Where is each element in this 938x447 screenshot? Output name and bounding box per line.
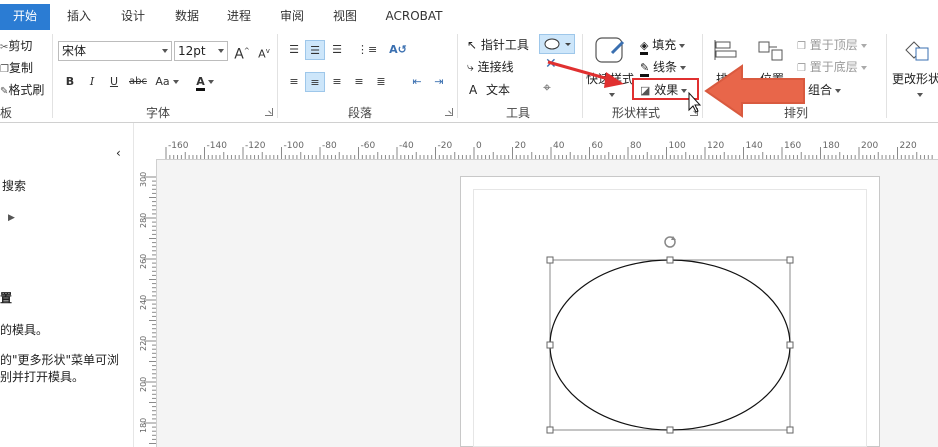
resize-handle (786, 256, 794, 264)
shape-layer (546, 236, 794, 434)
resize-handle (546, 426, 554, 434)
resize-handle (786, 426, 794, 434)
resize-handle (786, 341, 794, 349)
resize-handle (666, 426, 674, 434)
resize-handle (666, 256, 674, 264)
resize-handle (546, 341, 554, 349)
resize-handle (546, 256, 554, 264)
rotate-handle-icon (664, 236, 676, 248)
ellipse-shape (549, 259, 791, 431)
